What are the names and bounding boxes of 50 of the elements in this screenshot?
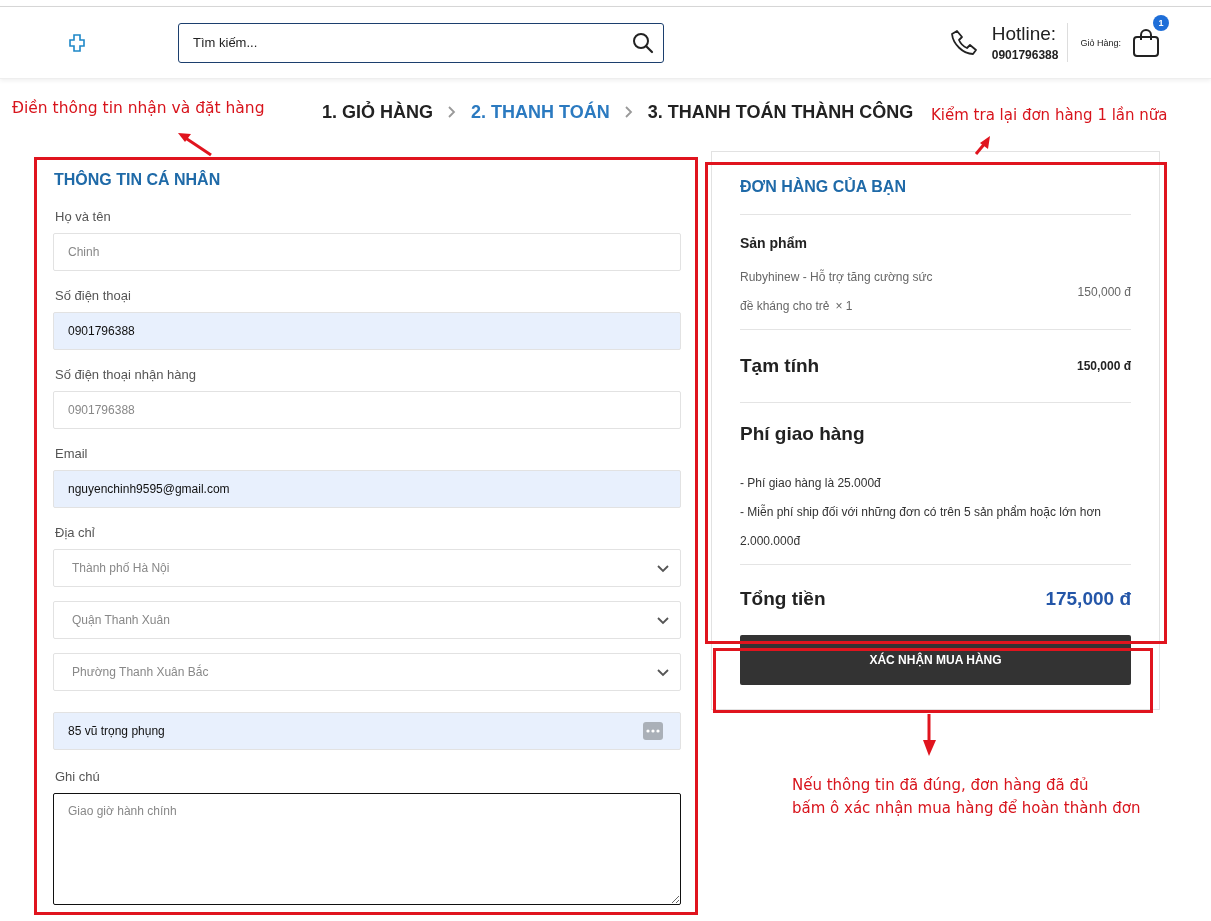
chevron-icon: [623, 105, 634, 119]
field-label: Số điện thoại nhận hàng: [55, 367, 197, 382]
input-field[interactable]: Chinh: [53, 233, 681, 271]
chevron-icon: [447, 105, 457, 119]
shipping-title: Phí giao hàng: [740, 423, 866, 445]
chevron-down-icon: [656, 563, 670, 573]
field-label: Số điện thoại: [55, 288, 132, 303]
field-label: Ghi chú: [55, 769, 101, 784]
total-value: 175,000 đ: [1045, 588, 1131, 610]
input-field[interactable]: 0901796388: [53, 391, 681, 429]
field-label: Họ và tên: [55, 209, 112, 224]
product-line: Rubyhinew - Hỗ trợ tăng cường sức đề kháng cho trẻ × 1: [740, 268, 934, 315]
dropdown[interactable]: Thành phố Hà Nội: [53, 549, 681, 587]
shipping-note: - Phí giao hàng là 25.000đ: [740, 475, 882, 492]
phone-icon: [949, 28, 978, 57]
chevron-down-icon: [656, 667, 670, 677]
field-label: Địa chỉ: [55, 525, 96, 540]
annotation-text: Nếu thông tin đã đúng, đơn hàng đã đủ bấm ô xác nhận mua hàng để hoàn thành đơn: [792, 775, 1141, 819]
cart-icon[interactable]: [1131, 27, 1161, 58]
annotation-arrow: [972, 134, 992, 156]
checkout-step[interactable]: 1. GIỎ HÀNG: [322, 101, 433, 123]
column-heading: Sản phẩm: [740, 235, 808, 251]
cart-count-badge: 1: [1153, 15, 1169, 31]
checkout-step[interactable]: 3. THANH TOÁN THÀNH CÔNG: [647, 101, 914, 123]
hotline-label: Hotline:: [991, 23, 1058, 45]
dropdown[interactable]: Quận Thanh Xuân: [53, 601, 681, 639]
subtotal-label: Tạm tính: [740, 355, 820, 377]
search-field[interactable]: Tìm kiếm...: [178, 22, 664, 63]
annotation-arrow: [923, 714, 937, 758]
hotline-number[interactable]: 0901796388: [991, 48, 1059, 62]
annotation-arrow: [178, 130, 214, 158]
chevron-down-icon: [656, 615, 670, 625]
field-label: Email: [55, 446, 89, 461]
input-field[interactable]: 0901796388: [53, 312, 681, 350]
logo-icon[interactable]: [69, 33, 85, 52]
total-label: Tổng tiền: [740, 588, 826, 610]
dropdown[interactable]: Phường Thanh Xuân Bắc: [53, 653, 681, 691]
cart-label: Giỏ Hàng:: [1080, 37, 1121, 48]
product-price: 150,000 đ: [1077, 285, 1131, 299]
note-field[interactable]: Giao giờ hành chính: [53, 793, 681, 905]
annotation-text: Kiểm tra lại đơn hàng 1 lần nữa: [931, 106, 1168, 124]
shipping-note: - Miễn phí ship đối với những đơn có trên 5 sản phẩm hoặc lớn hơn 2.000.000đ: [740, 503, 1103, 550]
search-icon[interactable]: [632, 31, 654, 54]
section-title: THÔNG TIN CÁ NHÂN: [54, 171, 222, 189]
input-field[interactable]: nguyenchinh9595@gmail.com: [53, 470, 681, 508]
annotation-text: Điền thông tin nhận và đặt hàng: [12, 99, 265, 117]
checkout-step[interactable]: 2. THANH TOÁN: [471, 101, 610, 123]
input-field[interactable]: 85 vũ trọng phụng: [53, 712, 681, 750]
subtotal-value: 150,000 đ: [1076, 359, 1131, 373]
section-title: ĐƠN HÀNG CỦA BẠN: [740, 178, 907, 196]
